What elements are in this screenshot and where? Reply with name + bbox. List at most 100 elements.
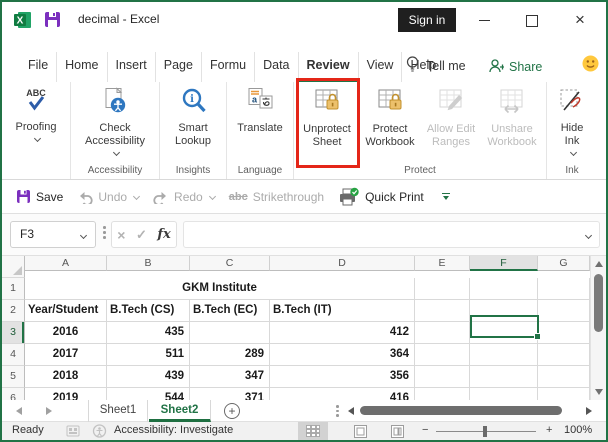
- cell-b4[interactable]: 511: [107, 344, 190, 366]
- tab-insert[interactable]: Insert: [106, 52, 155, 82]
- tab-view[interactable]: View: [357, 52, 402, 82]
- cell-a4[interactable]: 2017: [25, 344, 107, 366]
- row-header-4[interactable]: 4: [2, 344, 25, 366]
- translate-button[interactable]: a Translate: [229, 84, 291, 135]
- row-header-3[interactable]: 3: [2, 322, 25, 344]
- save-button[interactable]: Save: [16, 189, 63, 204]
- cell-b5[interactable]: 439: [107, 366, 190, 388]
- cell[interactable]: [538, 300, 590, 322]
- check-accessibility-button[interactable]: Check Accessibility: [73, 84, 157, 157]
- cell[interactable]: [470, 366, 538, 388]
- select-all-corner[interactable]: [2, 256, 25, 278]
- cell[interactable]: [538, 344, 590, 366]
- cell-c4[interactable]: 289: [190, 344, 270, 366]
- tab-data[interactable]: Data: [254, 52, 297, 82]
- accessibility-checker-icon[interactable]: [92, 424, 107, 440]
- tab-review[interactable]: Review: [297, 52, 358, 82]
- close-button[interactable]: ×: [564, 6, 596, 34]
- cell-d5[interactable]: 356: [270, 366, 415, 388]
- cell-a5[interactable]: 2018: [25, 366, 107, 388]
- scroll-up-icon[interactable]: [594, 261, 603, 267]
- tab-home[interactable]: Home: [56, 52, 106, 82]
- cell[interactable]: [470, 344, 538, 366]
- column-header-g[interactable]: G: [538, 256, 590, 271]
- tab-page-layout[interactable]: Page: [154, 52, 201, 82]
- formula-bar-splitter[interactable]: [103, 226, 106, 241]
- page-break-preview-button[interactable]: [382, 422, 412, 440]
- new-sheet-button[interactable]: +: [224, 403, 240, 419]
- cell[interactable]: [538, 278, 590, 300]
- cell-b2[interactable]: B.Tech (CS): [107, 300, 190, 322]
- maximize-button[interactable]: [516, 6, 548, 34]
- vertical-scrollbar[interactable]: [590, 256, 606, 400]
- cell-c2[interactable]: B.Tech (EC): [190, 300, 270, 322]
- tab-formulas[interactable]: Formu: [200, 52, 254, 82]
- autosave-icon[interactable]: [44, 11, 61, 33]
- tab-file[interactable]: File: [20, 52, 56, 82]
- hscroll-right-icon[interactable]: [586, 407, 592, 415]
- sheet-tab-sheet1[interactable]: Sheet1: [88, 400, 148, 422]
- cell-c3[interactable]: [190, 322, 270, 344]
- tab-scroll-splitter[interactable]: [336, 405, 339, 419]
- cell-d3[interactable]: 412: [270, 322, 415, 344]
- sign-in-button[interactable]: Sign in: [398, 8, 456, 32]
- cell[interactable]: [415, 366, 470, 388]
- cell[interactable]: [538, 366, 590, 388]
- formula-input[interactable]: [183, 221, 600, 248]
- proofing-button[interactable]: ABC Proofing: [4, 84, 68, 143]
- horizontal-scroll-thumb[interactable]: [360, 406, 562, 415]
- zoom-level[interactable]: 100%: [564, 424, 592, 436]
- accessibility-status[interactable]: Accessibility: Investigate: [114, 424, 233, 436]
- cell-a2[interactable]: Year/Student: [25, 300, 107, 322]
- cell[interactable]: [415, 322, 470, 344]
- zoom-in-button[interactable]: +: [546, 424, 552, 436]
- zoom-out-button[interactable]: −: [422, 424, 428, 436]
- macro-record-icon[interactable]: [66, 424, 80, 440]
- sheet-tab-sheet2[interactable]: Sheet2: [149, 400, 211, 422]
- hide-ink-button[interactable]: Hide Ink: [549, 84, 595, 157]
- column-header-d[interactable]: D: [270, 256, 415, 271]
- minimize-button[interactable]: [468, 6, 500, 34]
- cell[interactable]: [415, 278, 470, 300]
- cell[interactable]: [415, 388, 470, 400]
- cell-d6[interactable]: 416: [270, 388, 415, 400]
- cell-a3[interactable]: 2016: [25, 322, 107, 344]
- page-layout-view-button[interactable]: [345, 422, 375, 440]
- cell[interactable]: [538, 388, 590, 400]
- protect-workbook-button[interactable]: Protect Workbook: [358, 84, 422, 149]
- cell-c5[interactable]: 347: [190, 366, 270, 388]
- row-header-1[interactable]: 1: [2, 278, 25, 300]
- cell-a6[interactable]: 2019: [25, 388, 107, 400]
- row-header-2[interactable]: 2: [2, 300, 25, 322]
- share-button[interactable]: Share: [488, 58, 542, 76]
- cell-d4[interactable]: 364: [270, 344, 415, 366]
- cell-b6[interactable]: 544: [107, 388, 190, 400]
- tell-me[interactable]: Tell me: [406, 56, 466, 76]
- cell[interactable]: [415, 344, 470, 366]
- quick-print-button[interactable]: Quick Print: [338, 187, 424, 206]
- insert-function-icon[interactable]: fx: [157, 227, 170, 242]
- cell[interactable]: [470, 388, 538, 400]
- column-header-e[interactable]: E: [415, 256, 470, 271]
- column-header-b[interactable]: B: [107, 256, 190, 271]
- unprotect-sheet-button[interactable]: Unprotect Sheet: [296, 84, 358, 149]
- column-header-c[interactable]: C: [190, 256, 270, 271]
- cell[interactable]: [538, 322, 590, 344]
- smart-lookup-button[interactable]: i Smart Lookup: [162, 84, 224, 148]
- scroll-down-icon[interactable]: [595, 389, 603, 395]
- cell-c6[interactable]: 371: [190, 388, 270, 400]
- hscroll-left-icon[interactable]: [348, 407, 354, 415]
- cell-d2[interactable]: B.Tech (IT): [270, 300, 415, 322]
- cell-b3[interactable]: 435: [107, 322, 190, 344]
- name-box[interactable]: F3: [10, 221, 96, 248]
- chevron-down-icon[interactable]: [584, 231, 593, 240]
- enter-icon[interactable]: ✓: [136, 227, 147, 243]
- row-header-6[interactable]: 6: [2, 388, 25, 400]
- zoom-slider-handle[interactable]: [483, 426, 487, 437]
- row-header-5[interactable]: 5: [2, 366, 25, 388]
- normal-view-button[interactable]: [298, 422, 328, 440]
- sheet-nav-left-icon[interactable]: [16, 407, 22, 415]
- cell[interactable]: [470, 278, 538, 300]
- vertical-scroll-thumb[interactable]: [594, 274, 603, 332]
- column-header-f[interactable]: F: [470, 256, 538, 271]
